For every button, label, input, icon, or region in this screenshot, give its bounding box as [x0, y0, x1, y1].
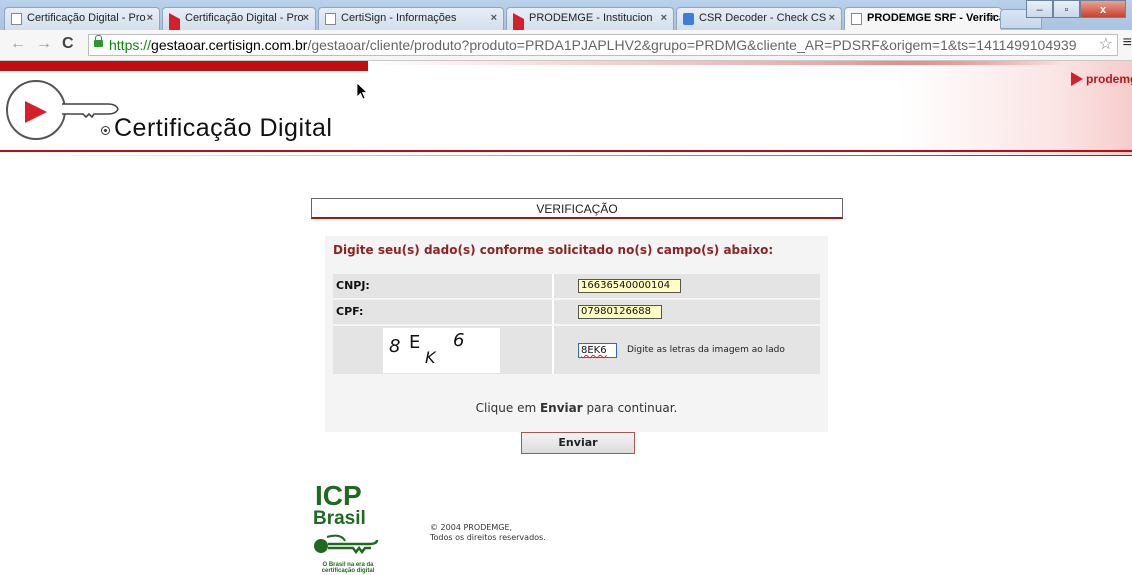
icp-brasil-logo: ICP Brasil O Brasil na era da certificaç…: [313, 480, 383, 575]
row-divider: [552, 274, 554, 298]
tab-label: PRODEMGE - Institucion: [529, 12, 653, 24]
tab-label: CertiSign - Informações: [341, 12, 457, 24]
copyright-line: © 2004 PRODEMGE,: [430, 523, 513, 532]
browser-tab[interactable]: CertiSign - Informações ×: [318, 7, 504, 30]
row-divider: [552, 326, 554, 374]
forward-arrow-icon[interactable]: →: [36, 35, 52, 53]
form-instruction: Digite seu(s) dado(s) conforme solicitad…: [333, 243, 774, 257]
site-title-text: Certificação Digital: [114, 114, 333, 142]
address-bar[interactable]: https://gestaoar.certisign.com.br/gestao…: [88, 34, 1118, 56]
cnpj-field[interactable]: 16636540000104: [578, 279, 681, 293]
continue-prefix: Clique em: [475, 401, 540, 415]
prodemg-logo-text: prodemg: [1086, 72, 1132, 86]
form-row-cpf: CPF: 07980126688: [333, 300, 820, 324]
captcha-char: E: [409, 332, 421, 353]
bookmark-star-icon[interactable]: ☆: [1099, 35, 1113, 55]
prodemg-arrow-icon: [1071, 72, 1083, 86]
icp-tagline: O Brasil na era da certificação digital: [321, 562, 375, 574]
prodemge-icon: [513, 13, 535, 30]
prodemg-logo[interactable]: prodemg: [1071, 72, 1132, 86]
tab-label: CSR Decoder - Check CS: [699, 12, 827, 24]
captcha-char: K: [425, 348, 436, 367]
tab-close-icon[interactable]: ×: [147, 12, 153, 24]
page-icon: [325, 13, 336, 25]
browser-toolbar: ← → C https://gestaoar.certisign.com.br/…: [0, 30, 1132, 61]
form-row-cnpj: CNPJ: 16636540000104: [333, 274, 820, 298]
radio-dot-icon: [101, 126, 110, 135]
reload-icon[interactable]: C: [62, 35, 74, 53]
url-scheme: https://: [109, 37, 152, 53]
csr-icon: [683, 13, 694, 25]
copyright: © 2004 PRODEMGE, Todos os direitos reser…: [430, 523, 546, 543]
browser-tab[interactable]: Certificação Digital - Pro ×: [162, 7, 316, 30]
tab-close-icon[interactable]: ×: [303, 12, 309, 24]
icp-key-icon: [314, 534, 379, 555]
verification-header: VERIFICAÇÃO: [311, 198, 843, 219]
menu-icon[interactable]: ≡: [1123, 34, 1132, 52]
form-row-captcha: 8 E K 6 8EK6 Digite as letras da imagem …: [333, 326, 820, 374]
prodemge-icon: [169, 13, 191, 30]
captcha-char: 6: [453, 330, 465, 351]
browser-tab[interactable]: CSR Decoder - Check CS ×: [676, 7, 842, 30]
continue-instruction: Clique em Enviar para continuar.: [325, 401, 828, 415]
row-divider: [552, 300, 554, 324]
tab-close-icon[interactable]: ×: [661, 12, 667, 24]
certificacao-seal-logo: [6, 80, 66, 140]
url-host: gestaoar.certisign.com.br: [151, 37, 308, 53]
tab-label: Certificação Digital - Pro: [27, 12, 146, 24]
maximize-icon[interactable]: ▫: [1053, 0, 1080, 18]
close-window-icon[interactable]: x: [1080, 0, 1126, 18]
browser-tab-active[interactable]: PRODEMGE SRF - Verifica ×: [844, 7, 1002, 31]
site-title: Certificação Digital: [101, 114, 333, 143]
captcha-char: 8: [389, 336, 401, 357]
continue-bold: Enviar: [539, 401, 583, 415]
back-arrow-icon[interactable]: ←: [10, 35, 26, 53]
lock-icon: [94, 35, 103, 47]
captcha-input[interactable]: 8EK6: [578, 343, 617, 358]
header-bar: [0, 61, 368, 71]
captcha-image: 8 E K 6: [383, 328, 500, 373]
tab-label: Certificação Digital - Pro: [185, 12, 304, 24]
url-path: /gestaoar/cliente/produto?produto=PRDA1P…: [307, 37, 1077, 53]
captcha-hint: Digite as letras da imagem ao lado: [627, 345, 785, 355]
page-icon: [11, 13, 22, 25]
cpf-label: CPF:: [336, 305, 364, 318]
tab-close-icon[interactable]: ×: [491, 12, 497, 24]
tab-label: PRODEMGE SRF - Verifica: [867, 12, 1002, 24]
header-rule-secondary: [0, 155, 1132, 156]
tab-close-icon[interactable]: ×: [989, 12, 995, 24]
captcha-input-value: 8EK6: [581, 345, 607, 356]
browser-tabstrip: Certificação Digital - Pro × Certificaçã…: [0, 0, 1132, 31]
form-panel: Digite seu(s) dado(s) conforme solicitad…: [325, 236, 828, 432]
tab-close-icon[interactable]: ×: [829, 12, 835, 24]
mouse-cursor-icon: [356, 82, 369, 100]
minimize-icon[interactable]: –: [1026, 0, 1053, 18]
icp-title: ICP: [315, 480, 362, 511]
copyright-line: Todos os direitos reservados.: [430, 533, 546, 542]
continue-suffix: para continuar.: [582, 401, 678, 415]
header-rule: [0, 150, 1132, 152]
browser-tab[interactable]: Certificação Digital - Pro ×: [4, 7, 160, 30]
cpf-field[interactable]: 07980126688: [578, 305, 662, 319]
cnpj-label: CNPJ:: [336, 279, 370, 292]
page-icon: [851, 13, 862, 25]
submit-button[interactable]: Enviar: [521, 432, 635, 454]
browser-tab[interactable]: PRODEMGE - Institucion ×: [506, 7, 674, 30]
icp-subtitle: Brasil: [313, 508, 366, 529]
seal-arrow-icon: [25, 101, 47, 123]
window-controls: – ▫ x: [1026, 0, 1126, 20]
